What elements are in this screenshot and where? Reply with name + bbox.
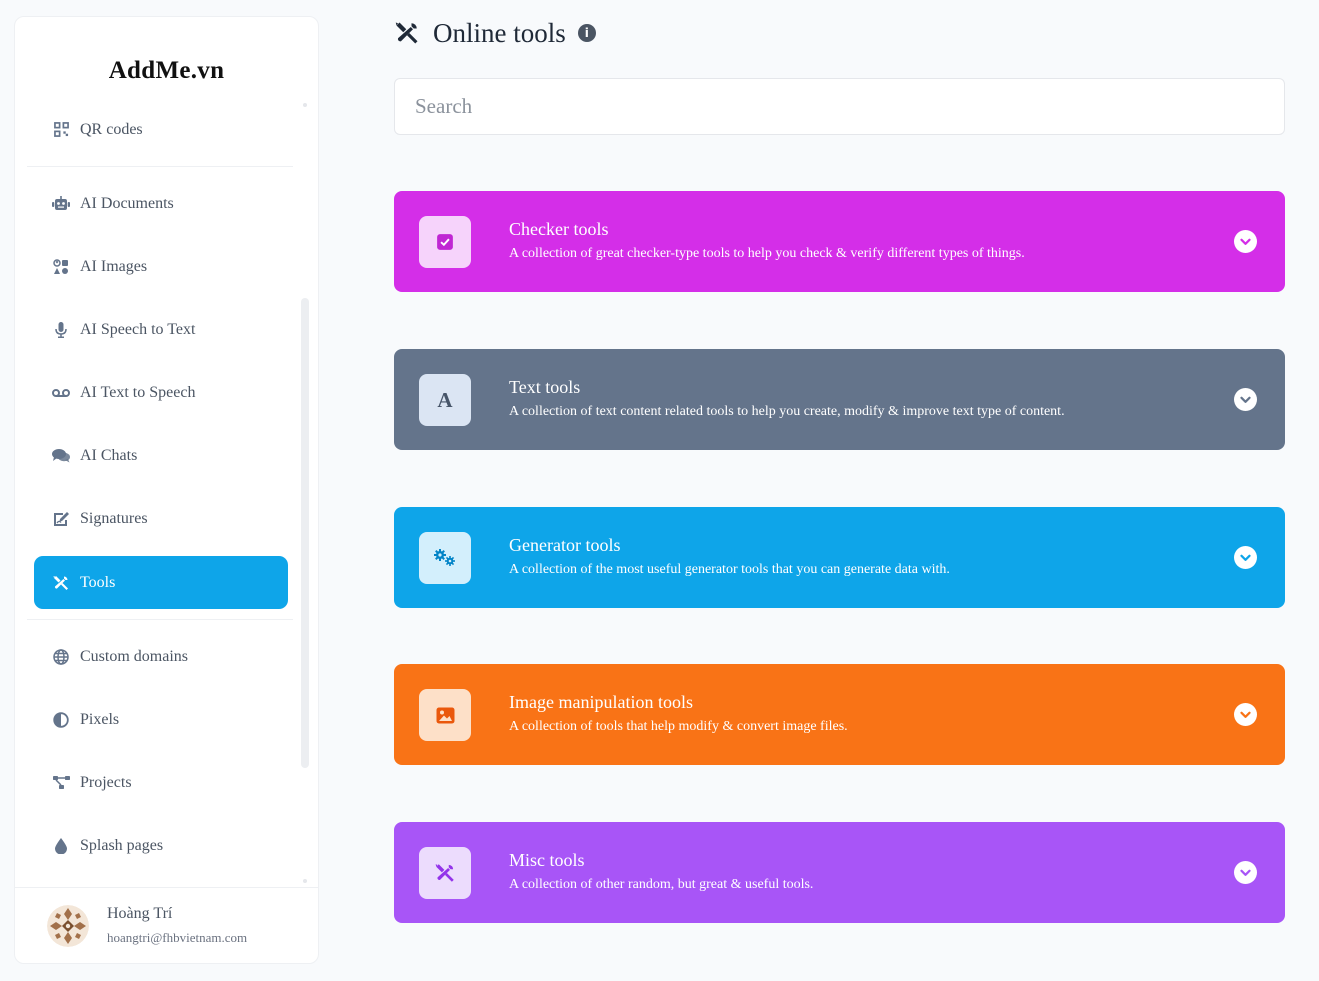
sidebar-item-label: Signatures	[80, 509, 148, 527]
info-icon[interactable]: i	[577, 24, 596, 42]
category-description: A collection of tools that help modify &…	[509, 719, 848, 734]
check-square-icon	[419, 216, 471, 268]
qr-code-icon	[52, 121, 70, 139]
category-description: A collection of other random, but great …	[509, 877, 814, 892]
voicemail-icon	[52, 384, 70, 402]
tools-icon	[419, 847, 471, 899]
sidebar-item-label: QR codes	[80, 120, 143, 138]
sidebar-item-pixels[interactable]: Pixels	[34, 693, 288, 746]
sidebar-divider	[27, 166, 293, 167]
sidebar-item-label: AI Speech to Text	[80, 320, 196, 338]
chevron-down-icon[interactable]	[1234, 546, 1257, 569]
sidebar-item-label: Splash pages	[80, 836, 164, 854]
page-title: Online tools	[433, 17, 566, 48]
sidebar-item-label: Custom domains	[80, 647, 189, 665]
category-title: Image manipulation tools	[509, 692, 693, 712]
robot-icon	[52, 195, 70, 213]
sidebar-item-qr-codes[interactable]: QR codes	[34, 103, 288, 156]
category-card-image-manipulation-tools[interactable]: Image manipulation tools A collection of …	[394, 664, 1285, 765]
sidebar-item-tools[interactable]: Tools	[34, 556, 288, 609]
category-title: Generator tools	[509, 535, 621, 555]
category-card-misc-tools[interactable]: Misc tools A collection of other random, …	[394, 822, 1285, 923]
category-card-text-tools[interactable]: A Text tools A collection of text content …	[394, 349, 1285, 450]
sidebar-scrollbar[interactable]	[301, 298, 309, 768]
scroll-indicator-bottom	[303, 879, 307, 883]
sidebar: AddMe.vn QR codes AI Documents AI Images…	[14, 16, 319, 964]
sidebar-item-label: AI Chats	[80, 446, 138, 464]
user-profile[interactable]: Hoàng Trí hoangtri@fhbvietnam.com	[15, 887, 318, 963]
comments-icon	[52, 447, 70, 465]
adjust-icon	[52, 711, 70, 729]
sidebar-item-signatures[interactable]: Signatures	[34, 492, 288, 545]
sidebar-item-label: AI Documents	[80, 194, 174, 212]
category-description: A collection of text content related too…	[509, 404, 1065, 419]
category-description: A collection of great checker-type tools…	[509, 246, 1025, 261]
cogs-icon	[419, 532, 471, 584]
tools-icon	[52, 574, 70, 592]
microphone-icon	[52, 321, 70, 339]
category-title: Text tools	[509, 377, 581, 397]
droplet-icon	[52, 837, 70, 855]
sidebar-item-ai-text-to-speech[interactable]: AI Text to Speech	[34, 366, 288, 419]
sidebar-item-label: AI Text to Speech	[80, 383, 196, 401]
sidebar-item-label: AI Images	[80, 257, 148, 275]
category-card-generator-tools[interactable]: Generator tools A collection of the most …	[394, 507, 1285, 608]
tools-icon	[395, 21, 419, 45]
sidebar-item-ai-speech-to-text[interactable]: AI Speech to Text	[34, 303, 288, 356]
category-title: Misc tools	[509, 850, 585, 870]
sidebar-item-label: Projects	[80, 773, 132, 791]
sidebar-item-custom-domains[interactable]: Custom domains	[34, 630, 288, 683]
avatar	[47, 905, 89, 947]
signature-icon	[52, 510, 70, 528]
sidebar-item-projects[interactable]: Projects	[34, 756, 288, 809]
sidebar-item-splash-pages[interactable]: Splash pages	[34, 819, 288, 872]
font-icon: A	[419, 374, 471, 426]
brand-logo[interactable]: AddMe.vn	[15, 57, 318, 85]
user-name: Hoàng Trí	[107, 905, 173, 922]
user-email: hoangtri@fhbvietnam.com	[107, 930, 248, 945]
image-icon	[419, 689, 471, 741]
globe-icon	[52, 648, 70, 666]
category-title: Checker tools	[509, 219, 609, 239]
chevron-down-icon[interactable]	[1234, 861, 1257, 884]
icons-icon	[52, 258, 70, 276]
sidebar-item-label: Tools	[80, 573, 116, 591]
page-header: Online tools i	[395, 18, 596, 48]
sidebar-item-ai-chats[interactable]: AI Chats	[34, 429, 288, 482]
project-diagram-icon	[52, 774, 70, 792]
sidebar-item-label: Pixels	[80, 710, 120, 728]
sidebar-item-ai-images[interactable]: AI Images	[34, 240, 288, 293]
category-card-checker-tools[interactable]: Checker tools A collection of great check…	[394, 191, 1285, 292]
chevron-down-icon[interactable]	[1234, 703, 1257, 726]
sidebar-item-ai-documents[interactable]: AI Documents	[34, 177, 288, 230]
chevron-down-icon[interactable]	[1234, 230, 1257, 253]
category-description: A collection of the most useful generato…	[509, 562, 950, 577]
scroll-indicator-top	[303, 103, 307, 107]
chevron-down-icon[interactable]	[1234, 388, 1257, 411]
search-input[interactable]	[394, 78, 1285, 135]
sidebar-divider	[27, 619, 293, 620]
